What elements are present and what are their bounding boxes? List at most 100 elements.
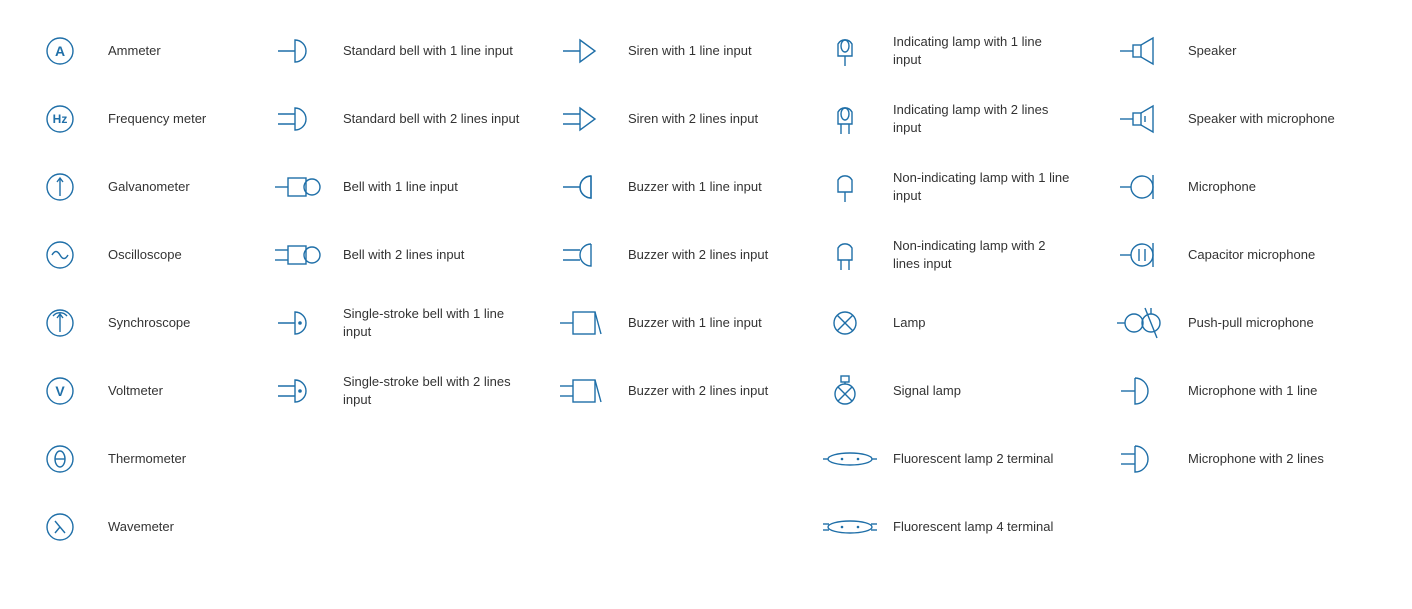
column-2: Siren with 1 line input Siren with 2 line… bbox=[550, 20, 810, 564]
buzzer-d-2-label: Buzzer with 2 lines input bbox=[620, 246, 768, 264]
symbol-speaker: Speaker bbox=[1110, 20, 1400, 82]
symbol-thermometer: Thermometer bbox=[30, 428, 260, 490]
buzzer-sq-2-icon bbox=[550, 366, 620, 416]
oscilloscope-label: Oscilloscope bbox=[100, 246, 182, 264]
lamp-icon bbox=[815, 298, 885, 348]
nonind-lamp-1-label: Non-indicating lamp with 1 line input bbox=[885, 169, 1073, 204]
frequency-meter-icon bbox=[30, 94, 100, 144]
buzzer-sq-1-icon bbox=[550, 298, 620, 348]
mic-1-label: Microphone with 1 line bbox=[1180, 382, 1317, 400]
thermometer-icon bbox=[30, 434, 100, 484]
bell-2-label: Bell with 2 lines input bbox=[335, 246, 464, 264]
signal-lamp-icon bbox=[815, 366, 885, 416]
symbol-oscilloscope: Oscilloscope bbox=[30, 224, 260, 286]
ammeter-icon bbox=[30, 26, 100, 76]
ind-lamp-2-icon bbox=[815, 94, 885, 144]
column-0: Ammeter Frequency meter Galvanometer Oscill… bbox=[30, 20, 260, 564]
speaker-label: Speaker bbox=[1180, 42, 1236, 60]
symbol-buzzer-sq-2: Buzzer with 2 lines input bbox=[550, 360, 810, 422]
synchroscope-label: Synchroscope bbox=[100, 314, 190, 332]
frequency-meter-label: Frequency meter bbox=[100, 110, 206, 128]
signal-lamp-label: Signal lamp bbox=[885, 382, 961, 400]
ss-bell-2-icon bbox=[265, 366, 335, 416]
column-3: Indicating lamp with 1 line input Indicat… bbox=[815, 20, 1105, 564]
symbol-voltmeter: Voltmeter bbox=[30, 360, 260, 422]
symbol-siren-1: Siren with 1 line input bbox=[550, 20, 810, 82]
symbol-ammeter: Ammeter bbox=[30, 20, 260, 82]
buzzer-d-1-icon bbox=[550, 162, 620, 212]
ammeter-label: Ammeter bbox=[100, 42, 161, 60]
symbol-speaker-mic: Speaker with microphone bbox=[1110, 88, 1400, 150]
bell-1-icon bbox=[265, 162, 335, 212]
ss-bell-1-label: Single-stroke bell with 1 line input bbox=[335, 305, 523, 340]
microphone-icon bbox=[1110, 162, 1180, 212]
nonind-lamp-2-label: Non-indicating lamp with 2 lines input bbox=[885, 237, 1073, 272]
wavemeter-label: Wavemeter bbox=[100, 518, 174, 536]
symbol-cap-mic: Capacitor microphone bbox=[1110, 224, 1400, 286]
synchroscope-icon bbox=[30, 298, 100, 348]
lamp-label: Lamp bbox=[885, 314, 926, 332]
symbol-signal-lamp: Signal lamp bbox=[815, 360, 1105, 422]
symbol-synchroscope: Synchroscope bbox=[30, 292, 260, 354]
std-bell-1-label: Standard bell with 1 line input bbox=[335, 42, 513, 60]
symbol-ind-lamp-1: Indicating lamp with 1 line input bbox=[815, 20, 1105, 82]
nonind-lamp-2-icon bbox=[815, 230, 885, 280]
nonind-lamp-1-icon bbox=[815, 162, 885, 212]
siren-1-icon bbox=[550, 26, 620, 76]
symbol-push-pull-mic: Push-pull microphone bbox=[1110, 292, 1400, 354]
galvanometer-icon bbox=[30, 162, 100, 212]
ind-lamp-1-label: Indicating lamp with 1 line input bbox=[885, 33, 1073, 68]
bell-2-icon bbox=[265, 230, 335, 280]
fluor-4-label: Fluorescent lamp 4 terminal bbox=[885, 518, 1053, 536]
symbol-mic-1: Microphone with 1 line bbox=[1110, 360, 1400, 422]
buzzer-d-2-icon bbox=[550, 230, 620, 280]
symbol-ss-bell-1: Single-stroke bell with 1 line input bbox=[265, 292, 545, 354]
column-4: Speaker Speaker with microphone Microphone… bbox=[1110, 20, 1400, 564]
buzzer-sq-1-label: Buzzer with 1 line input bbox=[620, 314, 762, 332]
column-1: Standard bell with 1 line input Standard … bbox=[265, 20, 545, 564]
symbol-frequency-meter: Frequency meter bbox=[30, 88, 260, 150]
symbol-std-bell-2: Standard bell with 2 lines input bbox=[265, 88, 545, 150]
fluor-2-label: Fluorescent lamp 2 terminal bbox=[885, 450, 1053, 468]
ss-bell-2-label: Single-stroke bell with 2 lines input bbox=[335, 373, 523, 408]
symbol-nonind-lamp-1: Non-indicating lamp with 1 line input bbox=[815, 156, 1105, 218]
symbol-buzzer-sq-1: Buzzer with 1 line input bbox=[550, 292, 810, 354]
symbol-lamp: Lamp bbox=[815, 292, 1105, 354]
symbol-bell-1: Bell with 1 line input bbox=[265, 156, 545, 218]
std-bell-2-icon bbox=[265, 94, 335, 144]
push-pull-mic-label: Push-pull microphone bbox=[1180, 314, 1314, 332]
speaker-mic-icon bbox=[1110, 94, 1180, 144]
mic-1-icon bbox=[1110, 366, 1180, 416]
microphone-label: Microphone bbox=[1180, 178, 1256, 196]
siren-2-icon bbox=[550, 94, 620, 144]
symbol-ss-bell-2: Single-stroke bell with 2 lines input bbox=[265, 360, 545, 422]
push-pull-mic-icon bbox=[1110, 298, 1180, 348]
mic-2-icon bbox=[1110, 434, 1180, 484]
wavemeter-icon bbox=[30, 502, 100, 552]
ind-lamp-2-label: Indicating lamp with 2 lines input bbox=[885, 101, 1073, 136]
voltmeter-icon bbox=[30, 366, 100, 416]
symbol-ind-lamp-2: Indicating lamp with 2 lines input bbox=[815, 88, 1105, 150]
symbol-grid: Ammeter Frequency meter Galvanometer Oscill… bbox=[30, 20, 1382, 564]
buzzer-d-1-label: Buzzer with 1 line input bbox=[620, 178, 762, 196]
symbol-fluor-4: Fluorescent lamp 4 terminal bbox=[815, 496, 1105, 558]
speaker-mic-label: Speaker with microphone bbox=[1180, 110, 1335, 128]
mic-2-label: Microphone with 2 lines bbox=[1180, 450, 1324, 468]
siren-2-label: Siren with 2 lines input bbox=[620, 110, 758, 128]
symbol-fluor-2: Fluorescent lamp 2 terminal bbox=[815, 428, 1105, 490]
std-bell-1-icon bbox=[265, 26, 335, 76]
symbol-nonind-lamp-2: Non-indicating lamp with 2 lines input bbox=[815, 224, 1105, 286]
cap-mic-icon bbox=[1110, 230, 1180, 280]
galvanometer-label: Galvanometer bbox=[100, 178, 190, 196]
fluor-4-icon bbox=[815, 502, 885, 552]
std-bell-2-label: Standard bell with 2 lines input bbox=[335, 110, 519, 128]
symbol-mic-2: Microphone with 2 lines bbox=[1110, 428, 1400, 490]
symbol-microphone: Microphone bbox=[1110, 156, 1400, 218]
siren-1-label: Siren with 1 line input bbox=[620, 42, 752, 60]
bell-1-label: Bell with 1 line input bbox=[335, 178, 458, 196]
oscilloscope-icon bbox=[30, 230, 100, 280]
fluor-2-icon bbox=[815, 434, 885, 484]
speaker-icon bbox=[1110, 26, 1180, 76]
ind-lamp-1-icon bbox=[815, 26, 885, 76]
thermometer-label: Thermometer bbox=[100, 450, 186, 468]
